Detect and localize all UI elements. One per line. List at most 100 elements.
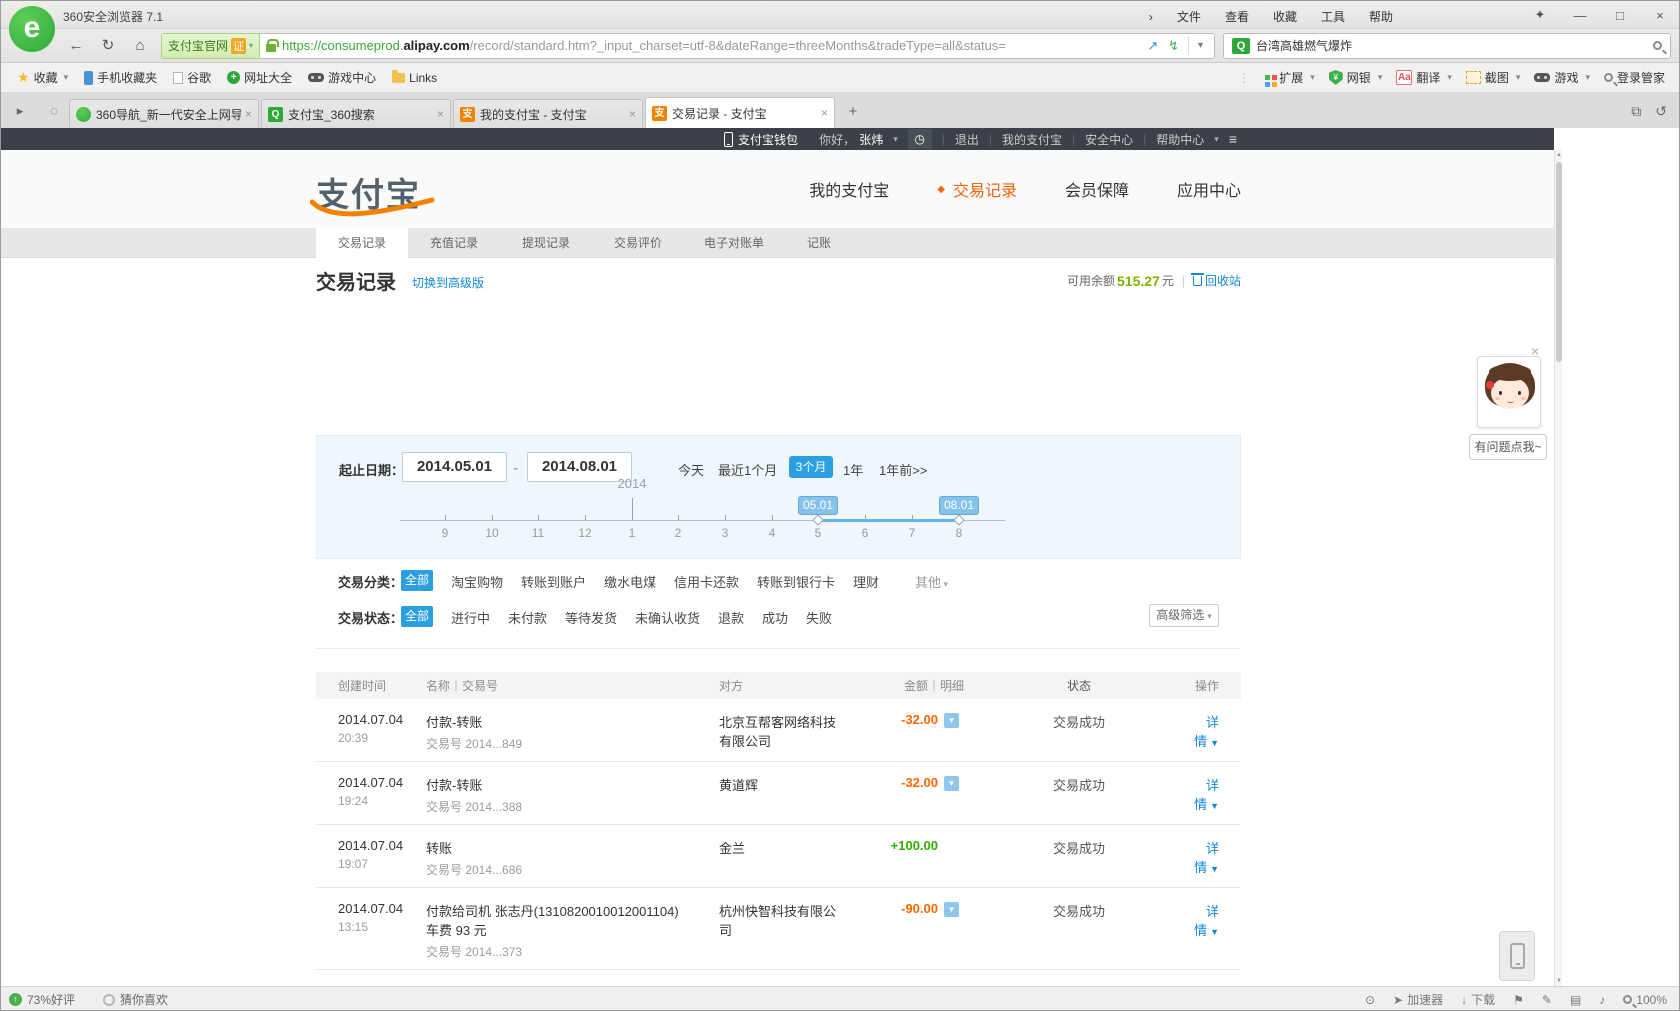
ext-translate[interactable]: Aa 翻译 ▾ <box>1396 69 1452 86</box>
minimize-button[interactable]: — <box>1567 8 1593 23</box>
slider-start-label[interactable]: 05.01 <box>798 496 838 515</box>
new-tab-button[interactable]: + <box>841 101 865 123</box>
detail-link[interactable]: 详情 ▼ <box>1194 778 1219 812</box>
quick-1year[interactable]: 1年 <box>843 460 863 479</box>
flag-icon[interactable]: ⚑ <box>1513 993 1524 1007</box>
medal-icon[interactable]: ⊙ <box>1365 993 1375 1007</box>
switch-advanced-link[interactable]: 切换到高级版 <box>412 274 484 291</box>
alipay-logo[interactable]: 支付宝 <box>310 168 436 217</box>
security-center-link[interactable]: 安全中心 <box>1085 131 1133 148</box>
reopen-closed-tab-icon[interactable]: ↺ <box>1655 103 1667 120</box>
search-icon[interactable] <box>1653 41 1662 50</box>
subtab-withdraw[interactable]: 提现记录 <box>500 228 592 258</box>
category-other[interactable]: 其他 ▾ <box>915 572 948 591</box>
category-taobao[interactable]: 淘宝购物 <box>451 572 503 591</box>
bookmark-mobile-favorites[interactable]: 手机收藏夹 <box>84 69 157 86</box>
quick-1month[interactable]: 最近1个月 <box>718 460 777 479</box>
site-identity-button[interactable]: 支付宝官网 证 ▾ <box>161 32 261 59</box>
detail-link[interactable]: 详情 ▼ <box>1194 904 1219 938</box>
amount-detail-dropdown-icon[interactable]: ▼ <box>944 713 959 729</box>
tab-close-icon[interactable]: × <box>821 106 828 120</box>
detail-link[interactable]: 详情 ▼ <box>1194 715 1219 749</box>
helper-mascot[interactable] <box>1477 356 1541 428</box>
zoom-control[interactable]: 100% <box>1623 993 1667 1007</box>
menu-help[interactable]: 帮助 <box>1369 10 1393 24</box>
slider-selected-range[interactable] <box>818 519 959 522</box>
refresh-icon[interactable]: ↻ <box>95 34 121 58</box>
status-awaiting-shipment[interactable]: 等待发货 <box>565 608 617 627</box>
home-icon[interactable]: ⌂ <box>127 34 153 58</box>
close-button[interactable]: × <box>1647 8 1673 23</box>
nav-app-center[interactable]: 应用中心 <box>1177 177 1241 201</box>
nav-transactions[interactable]: ◆ 交易记录 <box>937 177 1017 201</box>
search-engine-icon[interactable]: Q <box>1232 37 1251 54</box>
slider-end-handle[interactable] <box>953 514 965 526</box>
category-all-active[interactable]: 全部 <box>401 570 433 591</box>
subtab-statement[interactable]: 电子对账单 <box>684 228 784 258</box>
status-in-progress[interactable]: 进行中 <box>451 608 490 627</box>
ext-games[interactable]: 游戏 ▾ <box>1534 69 1590 86</box>
ext-ebank[interactable]: ¥ 网银 ▾ <box>1328 69 1382 86</box>
alipay-wallet-link[interactable]: 支付宝钱包 <box>724 128 798 150</box>
tab-360nav[interactable]: 360导航_新一代安全上网导航 × <box>69 99 259 128</box>
scroll-up-icon[interactable]: ▲ <box>1555 152 1563 158</box>
slider-start-handle[interactable] <box>812 514 824 526</box>
note-icon[interactable]: ✎ <box>1542 993 1552 1007</box>
tab-search[interactable]: Q 支付宝_360搜索 × <box>261 99 451 128</box>
maximize-button[interactable]: □ <box>1607 8 1633 23</box>
back-icon[interactable]: ← <box>63 34 89 58</box>
tab-expand-icon[interactable]: ▸ <box>7 98 33 124</box>
browser-logo-360[interactable]: e <box>9 6 55 52</box>
subtab-transactions[interactable]: 交易记录 <box>316 228 408 258</box>
menu-view[interactable]: 查看 <box>1225 10 1249 24</box>
category-credit-card[interactable]: 信用卡还款 <box>674 572 739 591</box>
bookmark-links-folder[interactable]: Links <box>392 69 437 85</box>
monitor-icon[interactable]: ▤ <box>1570 993 1581 1007</box>
ext-extensions[interactable]: 扩展 ▾ <box>1265 69 1315 86</box>
nav-member-protection[interactable]: 会员保障 <box>1065 177 1129 201</box>
my-alipay-link[interactable]: 我的支付宝 <box>1002 131 1062 148</box>
help-center-link[interactable]: 帮助中心 <box>1156 131 1204 148</box>
search-input[interactable]: 台湾高雄燃气爆炸 <box>1256 37 1653 54</box>
user-dropdown-icon[interactable]: ▾ <box>893 134 898 145</box>
category-transfer-bank[interactable]: 转账到银行卡 <box>757 572 835 591</box>
reminder-clock-icon[interactable]: ◷ <box>907 129 932 149</box>
tab-close-icon[interactable]: × <box>629 107 636 121</box>
bookmark-sites[interactable]: + 网址大全 <box>227 69 292 86</box>
scrollbar-thumb[interactable] <box>1556 162 1562 362</box>
category-wealth[interactable]: 理财 <box>853 572 879 591</box>
amount-detail-dropdown-icon[interactable]: ▼ <box>944 776 959 792</box>
detail-link[interactable]: 详情 ▼ <box>1194 841 1219 875</box>
category-utilities[interactable]: 缴水电煤 <box>604 572 656 591</box>
logout-link[interactable]: 退出 <box>955 131 979 148</box>
recommend-link[interactable]: 猜你喜欢 <box>103 991 168 1008</box>
menu-favorites[interactable]: 收藏 <box>1273 10 1297 24</box>
quick-today[interactable]: 今天 <box>678 460 704 479</box>
bookmark-favorites[interactable]: ★ 收藏 ▾ <box>17 69 68 86</box>
sound-icon[interactable]: ♪ <box>1599 993 1605 1007</box>
accelerator-button[interactable]: ➤ 加速器 <box>1393 991 1443 1008</box>
site-rating[interactable]: ↑ 73%好评 <box>9 991 75 1008</box>
nav-my-alipay[interactable]: 我的支付宝 <box>809 177 889 201</box>
search-bar[interactable]: Q 台湾高雄燃气爆炸 <box>1223 32 1671 59</box>
tab-my-alipay[interactable]: 支我的支付宝 - 支付宝 × <box>453 99 643 128</box>
subtab-recharge[interactable]: 充值记录 <box>408 228 500 258</box>
amount-detail-dropdown-icon[interactable]: ▼ <box>944 902 959 918</box>
status-unpaid[interactable]: 未付款 <box>508 608 547 627</box>
category-transfer-account[interactable]: 转账到账户 <box>521 572 586 591</box>
tab-close-icon[interactable]: × <box>245 107 252 121</box>
tab-close-icon[interactable]: × <box>437 107 444 121</box>
bookmark-google[interactable]: 谷歌 <box>173 69 211 86</box>
menu-file[interactable]: 文件 <box>1177 10 1201 24</box>
recycle-bin-link[interactable]: 回收站 <box>1190 272 1241 289</box>
subtab-bookkeeping[interactable]: 记账 <box>784 228 854 258</box>
speed-mode-icon[interactable]: ↯ <box>1168 38 1179 54</box>
help-dropdown-icon[interactable]: ▾ <box>1214 134 1219 145</box>
status-unconfirmed[interactable]: 未确认收货 <box>635 608 700 627</box>
share-icon[interactable]: ↗ <box>1147 38 1158 54</box>
url-bar[interactable]: https://consumeprod. alipay.com/record/st… <box>260 32 1216 59</box>
subtab-review[interactable]: 交易评价 <box>592 228 684 258</box>
quick-older[interactable]: 1年前>> <box>879 460 927 479</box>
status-failed[interactable]: 失败 <box>806 608 832 627</box>
status-success[interactable]: 成功 <box>762 608 788 627</box>
